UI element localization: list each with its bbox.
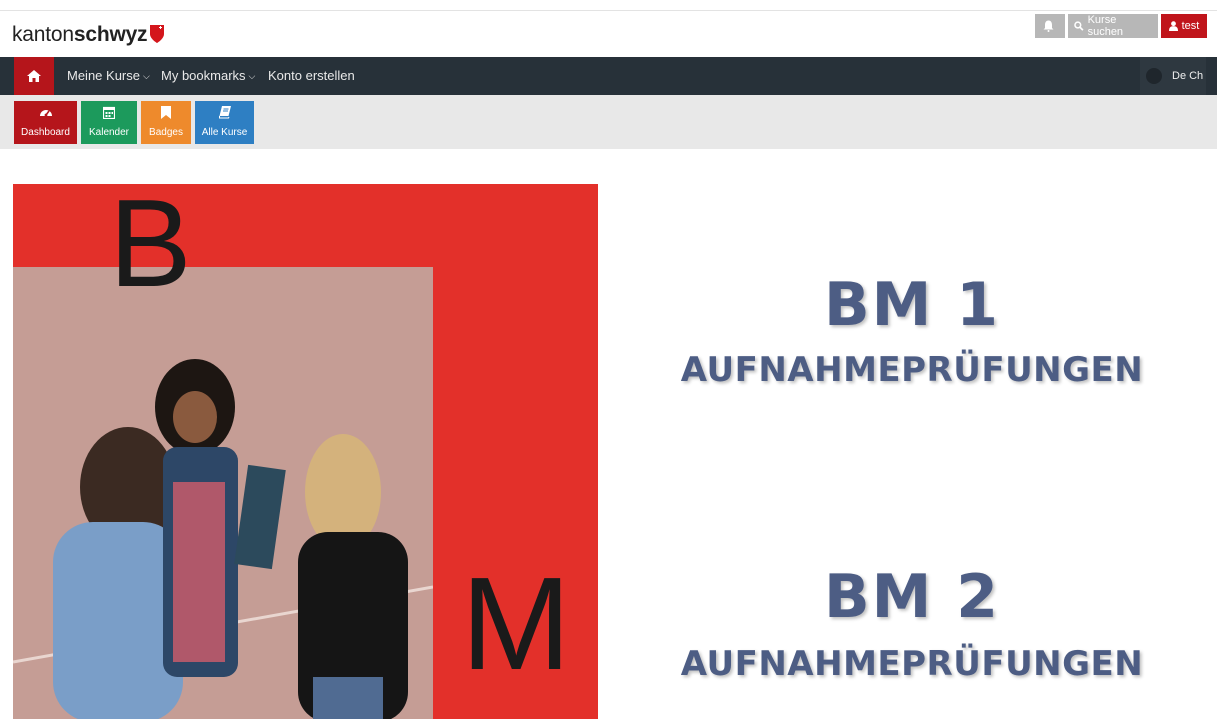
site-logo[interactable]: kantonschwyz: [12, 23, 165, 47]
course-bm1-link[interactable]: BM 1 AUFNAHMEPRÜFUNGEN: [652, 270, 1172, 400]
students-photo-image: [13, 267, 433, 719]
quick-link-calendar[interactable]: Kalender: [81, 101, 137, 144]
user-menu-button[interactable]: test: [1161, 14, 1207, 38]
language-label: De Ch: [1172, 70, 1204, 82]
hero-letter-b: B: [109, 184, 192, 313]
course-bm2-link[interactable]: BM 2 AUFNAHMEPRÜFUNGEN: [652, 562, 1172, 697]
user-icon: [1168, 21, 1178, 31]
quick-link-dashboard-label: Dashboard: [21, 127, 70, 138]
bookmark-icon: [141, 106, 191, 124]
nav-my-bookmarks[interactable]: My bookmarks ⌵: [161, 57, 255, 95]
logo-text-light: kanton: [12, 23, 74, 46]
course-bm1-subtitle: AUFNAHMEPRÜFUNGEN: [680, 350, 1144, 390]
shield-icon: [150, 25, 165, 43]
notifications-button[interactable]: [1035, 14, 1065, 38]
course-bm2-title: BM 2: [823, 562, 1001, 632]
hero-letter-m: M: [461, 550, 571, 697]
quick-link-calendar-label: Kalender: [88, 127, 130, 138]
bell-icon: [1043, 20, 1053, 32]
quick-link-all-courses[interactable]: Alle Kurse: [195, 101, 254, 144]
quick-link-all-courses-label: Alle Kurse: [201, 127, 248, 138]
course-bm2-subtitle: AUFNAHMEPRÜFUNGEN: [680, 644, 1144, 684]
logo-text-bold: schwyz: [73, 23, 148, 46]
hero-banner[interactable]: B M: [13, 184, 598, 719]
course-search-button[interactable]: Kurse suchen: [1068, 14, 1158, 38]
user-name: test: [1181, 20, 1200, 32]
quick-links-bar: Dashboard Kalender Badges Alle Kurse: [0, 95, 1217, 149]
quick-link-badges-label: Badges: [149, 127, 183, 138]
quick-link-dashboard[interactable]: Dashboard: [14, 101, 77, 144]
book-icon: [195, 106, 254, 124]
top-border: [0, 0, 1217, 11]
language-selector[interactable]: De Ch: [1140, 57, 1206, 95]
chevron-down-icon: ⌵: [142, 71, 150, 81]
home-icon: [27, 70, 41, 82]
hero-photo: [13, 267, 433, 719]
quick-link-badges[interactable]: Badges: [141, 101, 191, 144]
course-bm1-title: BM 1: [823, 270, 1001, 340]
dashboard-icon: [14, 106, 77, 124]
language-flag-icon: [1146, 68, 1162, 84]
nav-my-courses-label: Meine Kurse: [67, 68, 140, 83]
nav-my-courses[interactable]: Meine Kurse ⌵: [67, 57, 150, 95]
chevron-down-icon: ⌵: [248, 71, 256, 81]
nav-create-account-label: Konto erstellen: [268, 68, 355, 83]
main-navigation: Meine Kurse ⌵ My bookmarks ⌵ Konto erstell…: [0, 57, 1217, 95]
course-search-label: Kurse suchen: [1087, 14, 1124, 38]
nav-my-bookmarks-label: My bookmarks: [161, 68, 246, 83]
nav-create-account[interactable]: Konto erstellen: [268, 57, 355, 95]
search-icon: [1074, 21, 1084, 31]
site-header: kantonschwyz Kurse suchen test: [0, 11, 1217, 57]
home-button[interactable]: [14, 57, 54, 95]
calendar-icon: [81, 106, 137, 124]
